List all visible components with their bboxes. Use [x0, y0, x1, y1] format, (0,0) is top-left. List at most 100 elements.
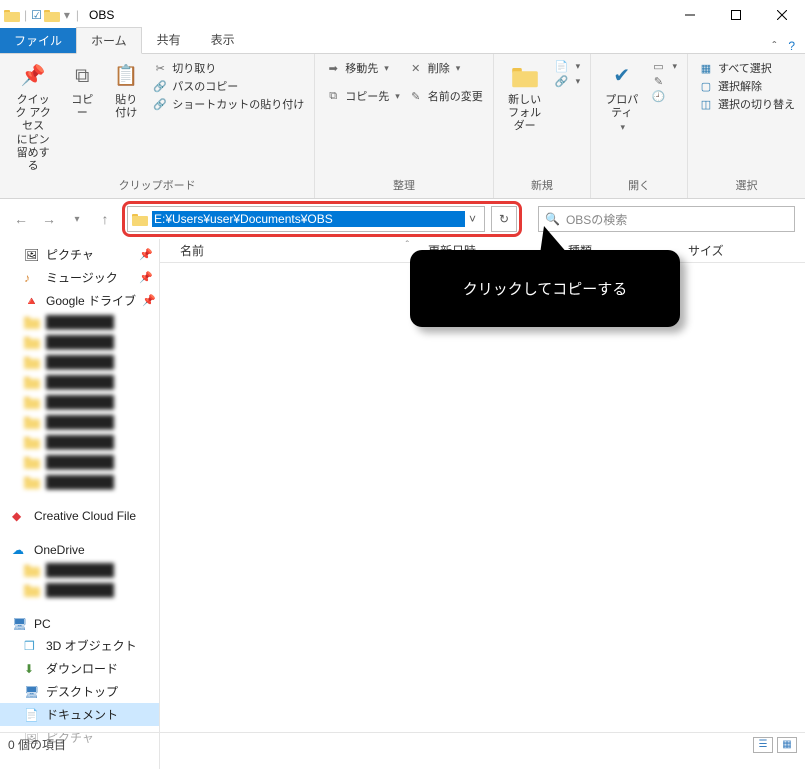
divider: |: [74, 8, 81, 22]
group-new: 新しい フォルダー 📄▾ 🔗▾ 新規: [494, 54, 591, 198]
callout-text: クリックしてコピーする: [463, 281, 628, 298]
view-icons-button[interactable]: ▦: [777, 737, 797, 753]
history-button[interactable]: 🕘: [650, 90, 677, 103]
paste-shortcut-button[interactable]: 🔗ショートカットの貼り付け: [152, 96, 304, 112]
window-title: OBS: [89, 8, 114, 22]
sidebar-item[interactable]: ████████: [0, 332, 159, 352]
tab-file[interactable]: ファイル: [0, 28, 76, 53]
cut-icon: ✂: [152, 62, 168, 75]
easy-access-button[interactable]: 🔗▾: [554, 75, 581, 88]
navigation-pane[interactable]: 🖼ピクチャ📌 ♪ミュージック📌 🔺Google ドライブ📌 ████████ █…: [0, 239, 160, 769]
shortcut-icon: 🔗: [152, 98, 168, 111]
new-folder-icon: [509, 60, 541, 92]
help-icon[interactable]: ?: [788, 39, 795, 53]
group-select: ▦すべて選択 ▢選択解除 ◫選択の切り替え 選択: [688, 54, 805, 198]
documents-icon: 📄: [24, 708, 40, 722]
delete-icon: ✕: [408, 62, 424, 75]
sidebar-item[interactable]: ████████: [0, 412, 159, 432]
nav-forward-button[interactable]: →: [38, 208, 60, 230]
sidebar-item-documents[interactable]: 📄ドキュメント: [0, 703, 159, 726]
status-bar: 0 個の項目 ☰ ▦: [0, 732, 805, 756]
move-to-button[interactable]: ➡移動先▾: [325, 60, 400, 76]
properties-button[interactable]: ✔ プロパティ ▾: [597, 58, 646, 135]
paste-button[interactable]: 📋 貼り付け: [104, 58, 148, 122]
sidebar-item[interactable]: ████████: [0, 312, 159, 332]
sidebar-item[interactable]: ████████: [0, 432, 159, 452]
address-path[interactable]: E:¥Users¥user¥Documents¥OBS: [152, 211, 465, 227]
sidebar-item-3dobjects[interactable]: ❒3D オブジェクト: [0, 634, 159, 657]
nav-back-button[interactable]: ←: [10, 208, 32, 230]
qat-dropdown[interactable]: ▾: [62, 8, 72, 22]
open-button[interactable]: ▭▾: [650, 60, 677, 73]
sidebar-item-pictures[interactable]: 🖼ピクチャ📌: [0, 243, 159, 266]
sidebar-item[interactable]: ████████: [0, 472, 159, 492]
sidebar-item-music[interactable]: ♪ミュージック📌: [0, 266, 159, 289]
minimize-button[interactable]: [667, 0, 713, 30]
copy-icon: ⧉: [66, 60, 98, 92]
close-button[interactable]: [759, 0, 805, 30]
cut-button[interactable]: ✂切り取り: [152, 60, 304, 76]
group-open: ✔ プロパティ ▾ ▭▾ ✎ 🕘 開く: [591, 54, 688, 198]
sidebar-item[interactable]: ████████: [0, 392, 159, 412]
nav-row: ← → ▾ ↑ E:¥Users¥user¥Documents¥OBS ˅ ↻ …: [0, 199, 805, 239]
address-bar[interactable]: E:¥Users¥user¥Documents¥OBS ˅: [127, 206, 485, 232]
rename-icon: ✎: [408, 90, 424, 103]
folder-icon: [4, 8, 20, 22]
copy-path-button[interactable]: 🔗パスのコピー: [152, 78, 304, 94]
new-folder-button[interactable]: 新しい フォルダー: [500, 58, 550, 136]
properties-icon: ✔: [606, 60, 638, 92]
paste-icon: 📋: [110, 60, 142, 92]
copy-button[interactable]: ⧉ コピー: [60, 58, 104, 122]
music-icon: ♪: [24, 271, 40, 285]
adobe-icon: ◆: [12, 509, 28, 523]
content-area: 🖼ピクチャ📌 ♪ミュージック📌 🔺Google ドライブ📌 ████████ █…: [0, 239, 805, 769]
annotation-callout: クリックしてコピーする: [410, 250, 680, 327]
sidebar-item-desktop[interactable]: 🖥デスクトップ: [0, 680, 159, 703]
address-dropdown[interactable]: ˅: [465, 212, 480, 226]
pin-quickaccess-button[interactable]: 📌 クイック アクセス にピン留めする: [6, 58, 60, 175]
pc-icon: 🖥: [12, 617, 28, 631]
cube-icon: ❒: [24, 639, 40, 653]
check-icon[interactable]: ☑: [31, 8, 42, 22]
nav-up-button[interactable]: ↑: [94, 208, 116, 230]
folder-icon[interactable]: [44, 8, 60, 22]
sidebar-item-downloads[interactable]: ⬇ダウンロード: [0, 657, 159, 680]
column-name[interactable]: 名前: [160, 242, 420, 259]
tab-view[interactable]: 表示: [196, 26, 250, 53]
edit-button[interactable]: ✎: [650, 75, 677, 88]
copy-to-button[interactable]: ⧉コピー先▾: [325, 88, 400, 104]
nav-recent-button[interactable]: ▾: [66, 208, 88, 230]
copyto-icon: ⧉: [325, 90, 341, 103]
refresh-button[interactable]: ↻: [491, 206, 517, 232]
column-size[interactable]: サイズ: [680, 242, 805, 259]
group-label: 開く: [597, 175, 681, 196]
select-none-button[interactable]: ▢選択解除: [698, 78, 795, 94]
search-icon: 🔍: [545, 212, 560, 226]
rename-button[interactable]: ✎名前の変更: [408, 88, 483, 104]
search-box[interactable]: 🔍 OBSの検索: [538, 206, 795, 232]
ribbon-collapse-icon[interactable]: ˆ: [772, 39, 776, 53]
sidebar-item-onedrive[interactable]: ☁OneDrive: [0, 540, 159, 560]
group-clipboard: 📌 クイック アクセス にピン留めする ⧉ コピー 📋 貼り付け ✂切り取り 🔗…: [0, 54, 315, 198]
delete-button[interactable]: ✕削除▾: [408, 60, 483, 76]
sidebar-item-ccf[interactable]: ◆Creative Cloud File: [0, 506, 159, 526]
sidebar-item-gdrive[interactable]: 🔺Google ドライブ📌: [0, 289, 159, 312]
view-details-button[interactable]: ☰: [753, 737, 773, 753]
titlebar: | ☑ ▾ | OBS: [0, 0, 805, 30]
pin-icon: 📌: [139, 271, 153, 284]
gdrive-icon: 🔺: [24, 294, 40, 308]
sidebar-item[interactable]: ████████: [0, 372, 159, 392]
sidebar-item[interactable]: ████████: [0, 560, 159, 580]
select-all-button[interactable]: ▦すべて選択: [698, 60, 795, 76]
sidebar-item[interactable]: ████████: [0, 452, 159, 472]
select-invert-button[interactable]: ◫選択の切り替え: [698, 96, 795, 112]
sidebar-item-pc[interactable]: 🖥PC: [0, 614, 159, 634]
sidebar-item[interactable]: ████████: [0, 352, 159, 372]
folder-icon: [132, 212, 148, 226]
sidebar-item[interactable]: ████████: [0, 580, 159, 600]
maximize-button[interactable]: [713, 0, 759, 30]
tab-share[interactable]: 共有: [142, 26, 196, 53]
tab-home[interactable]: ホーム: [76, 27, 142, 54]
desktop-icon: 🖥: [24, 685, 40, 699]
new-item-button[interactable]: 📄▾: [554, 60, 581, 73]
